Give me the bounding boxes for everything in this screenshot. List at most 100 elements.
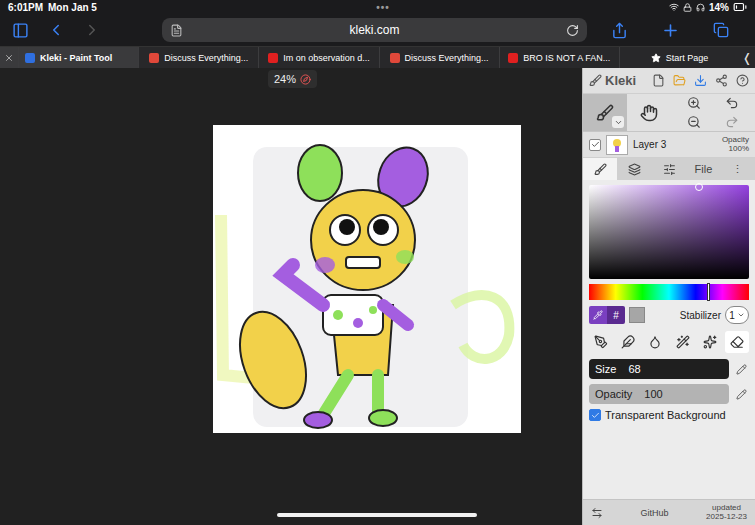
layers-icon xyxy=(628,163,641,176)
browser-tab[interactable]: Discuss Everything... xyxy=(379,47,499,68)
close-tab-button[interactable] xyxy=(0,47,18,68)
color-marker[interactable] xyxy=(695,183,703,191)
sketchy-icon xyxy=(676,335,690,349)
multitask-dots[interactable]: ••• xyxy=(376,2,390,13)
share-icon[interactable] xyxy=(715,74,728,87)
tool-button[interactable] xyxy=(583,94,627,131)
slider[interactable]: Opacity100 xyxy=(589,384,729,404)
tabs-overview-icon[interactable] xyxy=(713,22,729,38)
brush-type-button[interactable] xyxy=(725,331,749,353)
brush-type-button[interactable] xyxy=(589,331,613,353)
layer-thumbnail xyxy=(606,135,628,155)
reload-icon[interactable] xyxy=(566,24,579,37)
github-link[interactable]: GitHub xyxy=(641,508,669,518)
pressure-toggle[interactable] xyxy=(733,359,749,379)
hue-slider[interactable] xyxy=(589,284,749,300)
tool-options[interactable] xyxy=(612,116,624,128)
browser-tab[interactable]: Kleki - Paint Tool xyxy=(18,47,138,68)
pen-pressure-icon xyxy=(736,364,747,375)
brush-type-button[interactable] xyxy=(643,331,667,353)
zoom-out-icon[interactable] xyxy=(687,115,701,129)
kleki-logo[interactable]: Kleki xyxy=(589,73,636,88)
slider-row: Opacity100 xyxy=(589,384,749,404)
panel-tab[interactable]: File xyxy=(686,158,720,180)
help-icon[interactable] xyxy=(736,74,749,87)
slider[interactable]: Size 68 xyxy=(589,359,729,379)
tool-row xyxy=(583,94,755,132)
status-time: 6:01PM xyxy=(8,2,43,13)
browser-tab[interactable]: BRO IS NOT A FAN... xyxy=(499,47,619,68)
transparent-background-option[interactable]: Transparent Background xyxy=(589,409,749,421)
layer-name: Layer 3 xyxy=(633,139,717,150)
color-swatch[interactable]: # xyxy=(589,306,625,324)
new-image-icon[interactable] xyxy=(652,74,665,87)
new-tab-icon[interactable] xyxy=(661,21,680,40)
headphones-icon xyxy=(696,3,705,12)
compass-icon[interactable] xyxy=(300,74,311,85)
browser-tab[interactable]: Discuss Everything... xyxy=(138,47,258,68)
home-indicator[interactable] xyxy=(277,513,477,517)
ipad-screen: 6:01PM Mon Jan 5 ••• 14% kleki.com Kleki - Pa… xyxy=(0,0,755,525)
layer-row[interactable]: Layer 3Opacity100% xyxy=(583,132,755,158)
panel-header: Kleki xyxy=(583,68,755,94)
secondary-color[interactable] xyxy=(629,307,645,323)
zoom-in-icon[interactable] xyxy=(687,96,701,110)
pressure-toggle[interactable] xyxy=(733,384,749,404)
zoom-indicator[interactable]: 24% xyxy=(268,70,317,88)
favicon-icon xyxy=(25,53,35,63)
adjust-icon xyxy=(663,163,676,176)
slider-value: 100 xyxy=(644,388,662,400)
browser-tab[interactable]: Start Page xyxy=(619,47,739,68)
hue-marker[interactable] xyxy=(707,283,710,301)
eyedropper-icon[interactable] xyxy=(593,310,603,320)
close-icon[interactable] xyxy=(4,53,14,63)
browser-tab[interactable]: Im on observation d... xyxy=(258,47,378,68)
layer-visibility[interactable] xyxy=(589,139,601,151)
slider-label: Size xyxy=(595,363,616,375)
collapse-tabs-button[interactable]: ❬ xyxy=(739,47,755,68)
panel-tab[interactable] xyxy=(652,158,686,180)
panel-tab[interactable]: ⋮ xyxy=(721,158,755,180)
battery-percent: 14% xyxy=(709,2,729,13)
swap-side-icon[interactable] xyxy=(591,507,603,519)
safari-toolbar: kleki.com xyxy=(0,14,755,46)
open-icon[interactable] xyxy=(673,74,686,87)
address-bar[interactable]: kleki.com xyxy=(162,18,587,42)
share-icon[interactable] xyxy=(611,22,628,39)
brush-type-button[interactable] xyxy=(671,331,695,353)
tool-button[interactable] xyxy=(627,94,671,131)
back-icon[interactable] xyxy=(47,21,65,39)
favicon-icon xyxy=(508,53,518,63)
hex-button[interactable]: # xyxy=(613,310,619,321)
slider-value: 68 xyxy=(628,363,640,375)
sidebar-icon[interactable] xyxy=(12,22,29,39)
redo-icon[interactable] xyxy=(725,115,739,129)
stabilizer-select[interactable]: 1 xyxy=(725,306,749,324)
slider-row: Size 68 xyxy=(589,359,749,379)
download-icon[interactable] xyxy=(694,74,707,87)
safari-chrome: 6:01PM Mon Jan 5 ••• 14% kleki.com Kleki - Pa… xyxy=(0,0,755,68)
brush-type-button[interactable] xyxy=(616,331,640,353)
brush-settings: #Stabilizer1Size68Opacity100Transparent … xyxy=(583,180,755,499)
zoom-level: 24% xyxy=(274,73,296,85)
chevron-down-icon xyxy=(737,311,745,319)
checkbox[interactable] xyxy=(589,409,601,421)
color-square[interactable] xyxy=(589,185,749,279)
tab-label: BRO IS NOT A FAN... xyxy=(523,53,610,63)
panel-tab[interactable] xyxy=(583,158,617,180)
brush-type-button[interactable] xyxy=(698,331,722,353)
thumbnail-icon xyxy=(610,137,624,153)
tab-bar: Kleki - Paint ToolDiscuss Everything...I… xyxy=(0,46,755,68)
favicon-icon xyxy=(390,53,400,63)
status-date: Mon Jan 5 xyxy=(48,2,97,13)
tab-label: Discuss Everything... xyxy=(164,53,248,63)
panel-tab[interactable] xyxy=(617,158,651,180)
panel-footer: GitHub updated2025-12-23 xyxy=(583,499,755,525)
page-menu-icon[interactable] xyxy=(170,24,183,37)
updated-info: updated2025-12-23 xyxy=(706,504,747,522)
forward-icon[interactable] xyxy=(83,21,101,39)
canvas-area[interactable]: 24% xyxy=(0,68,582,525)
drawing-canvas[interactable] xyxy=(213,125,521,433)
undo-icon[interactable] xyxy=(725,96,739,110)
lock-icon xyxy=(683,3,692,12)
